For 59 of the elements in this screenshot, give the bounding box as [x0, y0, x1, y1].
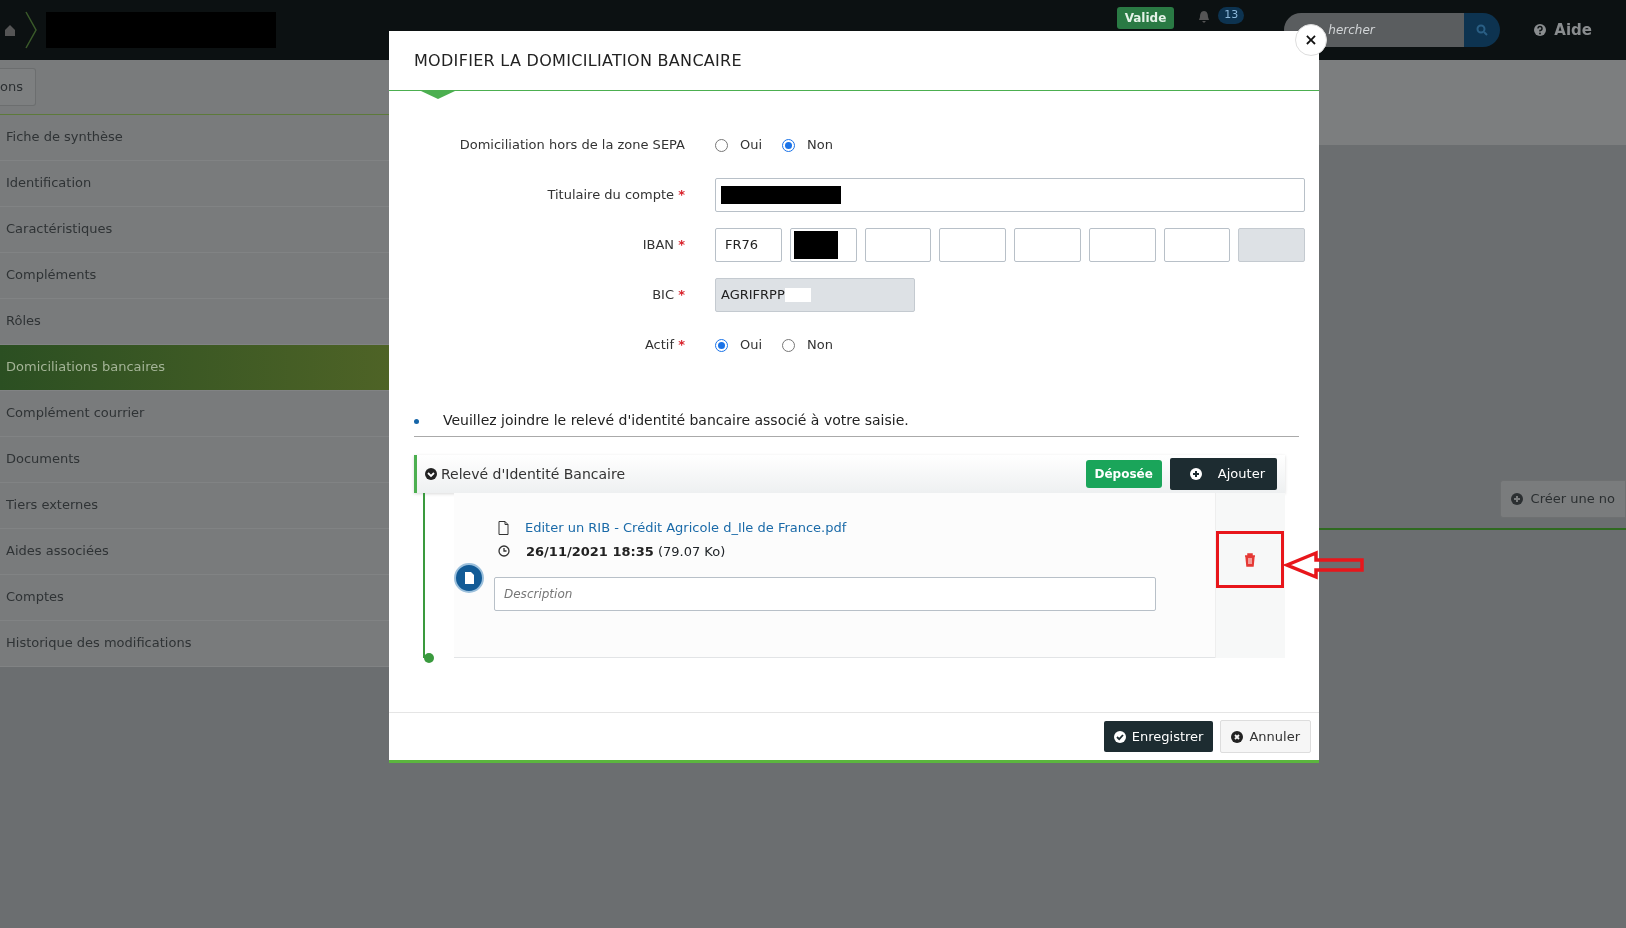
bell-icon[interactable] — [1198, 10, 1211, 23]
modal-title: MODIFIER LA DOMICILIATION BANCAIRE — [414, 50, 743, 72]
radio-label: Oui — [740, 136, 763, 155]
plus-icon — [1510, 492, 1523, 505]
search-icon — [1476, 24, 1489, 36]
help-link[interactable]: Aide — [1554, 18, 1592, 42]
iban-segment-field[interactable] — [1088, 228, 1156, 262]
clock-icon — [498, 545, 510, 558]
account-holder-field[interactable] — [715, 178, 1305, 212]
cancel-button[interactable]: Annuler — [1220, 719, 1311, 754]
field-label: Titulaire du compte — [547, 187, 675, 203]
search-button[interactable] — [1464, 13, 1501, 47]
iban-segment-field[interactable] — [1014, 228, 1081, 262]
file-date: 26/11/2021 18:35 — [526, 543, 654, 559]
save-button[interactable]: Enregistrer — [1103, 720, 1214, 753]
redaction-block — [784, 288, 811, 302]
close-circle-icon — [1231, 730, 1244, 743]
create-button[interactable]: Créer une no — [1499, 480, 1626, 518]
panel-header[interactable]: Relevé d'Identité Bancaire Déposée Ajouter — [414, 455, 1285, 493]
required-marker: * — [678, 237, 685, 253]
field-label: Actif — [644, 337, 675, 353]
iban-segment-field[interactable] — [864, 228, 932, 262]
timeline-dot — [424, 653, 434, 663]
file-link[interactable]: Editer un RIB - Crédit Agricole d_Ile de France.pdf — [525, 518, 847, 538]
bullet-icon — [414, 418, 419, 424]
field-label: IBAN — [642, 237, 675, 253]
notification-count: 13 — [1218, 7, 1245, 24]
required-marker: * — [678, 287, 685, 303]
panel-title: Relevé d'Identité Bancaire — [441, 464, 626, 484]
check-icon — [1113, 730, 1126, 743]
file-icon — [498, 520, 509, 535]
iban-segment-field[interactable]: FR76 — [715, 228, 782, 262]
field-label: BIC — [652, 287, 675, 303]
add-button[interactable]: Ajouter — [1169, 458, 1277, 490]
iban-segment-field[interactable] — [789, 228, 857, 262]
status-badge: Déposée — [1085, 460, 1162, 488]
required-marker: * — [678, 337, 685, 353]
document-icon — [463, 572, 475, 584]
radio-label: Oui — [740, 336, 763, 355]
file-size: (79.07 Ko) — [657, 543, 726, 559]
description-field[interactable]: Description — [494, 577, 1156, 611]
radio-label: Non — [807, 336, 833, 355]
required-marker: * — [678, 187, 685, 203]
plus-icon — [1189, 468, 1202, 480]
radio-label: Non — [807, 136, 833, 155]
status-badge: Valide — [1116, 7, 1175, 29]
help-icon — [1534, 24, 1547, 36]
actions-dropdown-button[interactable]: ons — [0, 68, 36, 106]
redaction-block — [793, 231, 838, 259]
field-label: Domiciliation hors de la zone SEPA — [459, 137, 685, 153]
notice-text: Veuillez joindre le relevé d'identité bancaire associé à votre saisie. — [443, 412, 909, 428]
trash-icon[interactable] — [1244, 553, 1256, 567]
home-icon[interactable] — [4, 24, 16, 36]
sidebar-item[interactable]: Domiciliations bancaires — [0, 344, 389, 391]
breadcrumb-separator-icon — [24, 10, 38, 50]
chevron-down-icon[interactable] — [425, 468, 437, 480]
iban-segment-field[interactable] — [1163, 228, 1231, 262]
iban-segment-field[interactable] — [939, 228, 1006, 262]
bic-field: AGRIFRPP — [715, 278, 915, 312]
